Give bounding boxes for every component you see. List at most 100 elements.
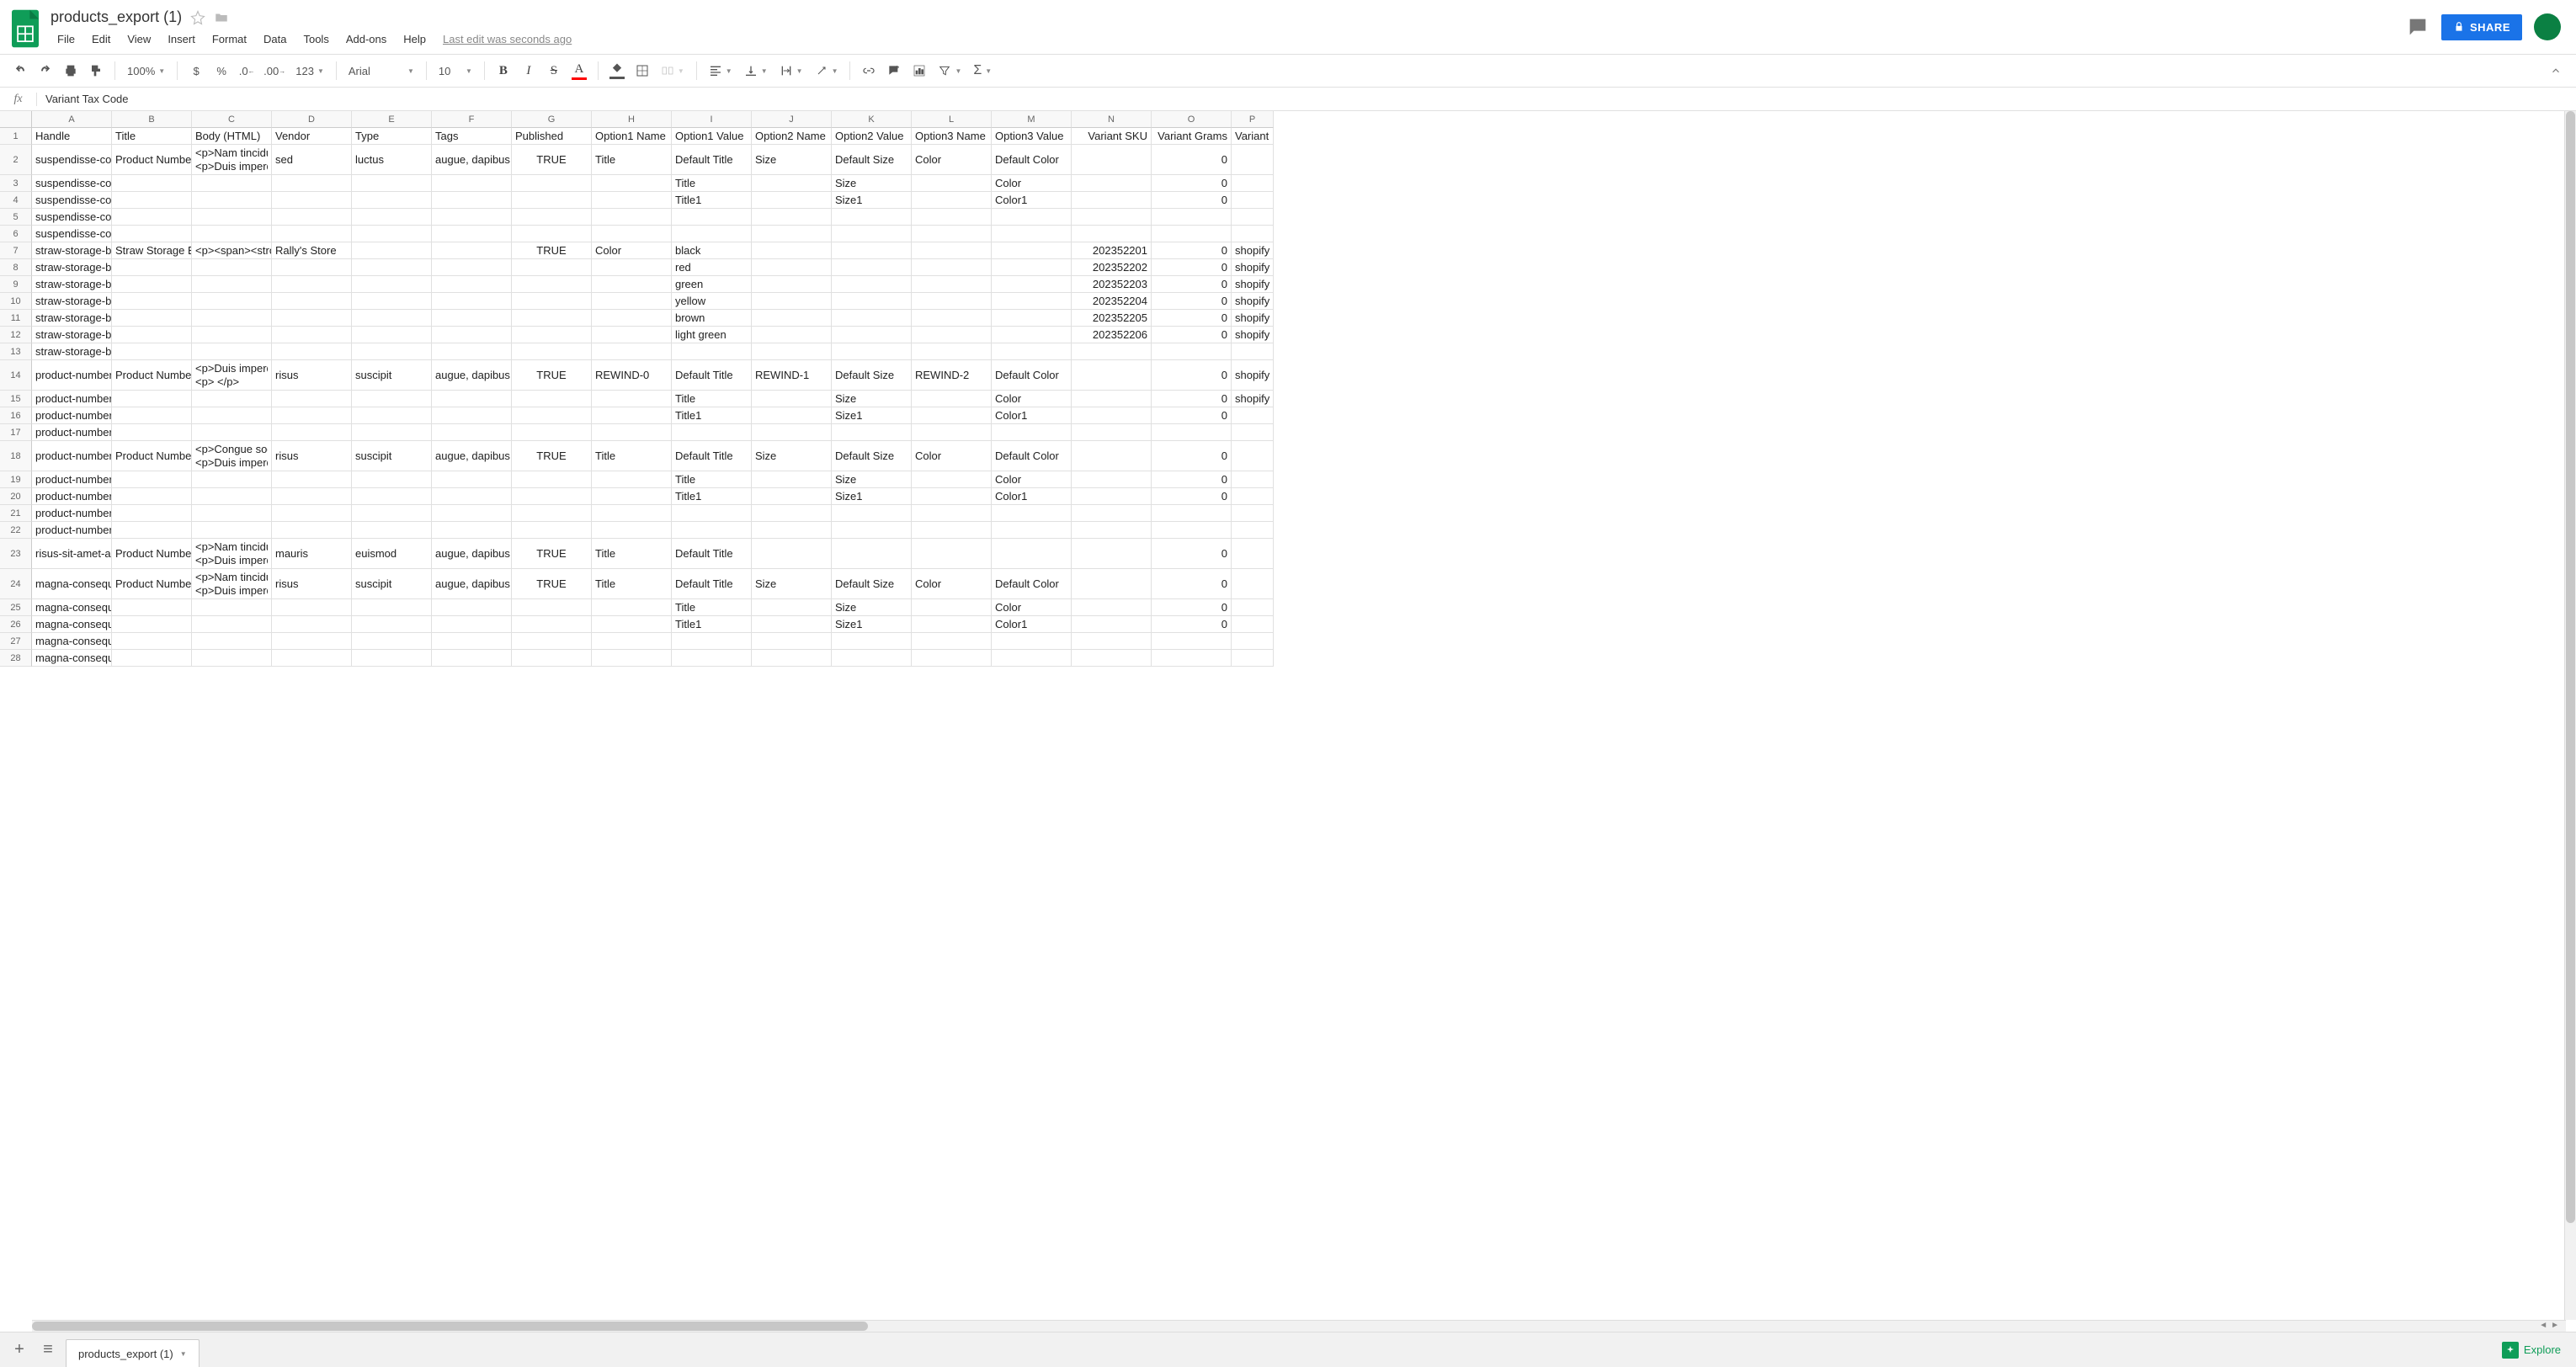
cell[interactable]: product-number-ten [32, 522, 112, 539]
cell[interactable] [752, 209, 832, 226]
cell[interactable] [112, 192, 192, 209]
column-header[interactable]: L [912, 111, 992, 128]
cell[interactable] [1072, 145, 1152, 175]
cell[interactable]: shopify [1232, 360, 1274, 391]
cell[interactable] [112, 209, 192, 226]
cell[interactable] [272, 471, 352, 488]
cell[interactable]: risus [272, 360, 352, 391]
cell[interactable] [832, 539, 912, 569]
cell[interactable]: Title [672, 391, 752, 407]
cell[interactable] [1152, 505, 1232, 522]
cell[interactable] [752, 226, 832, 242]
cell[interactable]: Product Number [112, 569, 192, 599]
cell[interactable] [992, 259, 1072, 276]
row-header[interactable]: 26 [0, 616, 32, 633]
cell[interactable]: product-number-ten [32, 505, 112, 522]
cell[interactable]: Vendor [272, 128, 352, 145]
cell[interactable] [1072, 539, 1152, 569]
cell[interactable] [192, 505, 272, 522]
sheet-nav-arrows[interactable]: ◄► [2539, 1321, 2559, 1330]
cell[interactable] [112, 471, 192, 488]
cell[interactable] [752, 343, 832, 360]
cell[interactable]: TRUE [512, 145, 592, 175]
cell[interactable]: Size [752, 441, 832, 471]
cell[interactable] [752, 424, 832, 441]
cell[interactable] [112, 276, 192, 293]
cell[interactable] [192, 633, 272, 650]
cell[interactable] [912, 539, 992, 569]
cell[interactable]: <p>Duis imperdi<p> </p> [192, 360, 272, 391]
cell[interactable] [992, 633, 1072, 650]
cell[interactable] [192, 192, 272, 209]
column-header[interactable]: N [1072, 111, 1152, 128]
cell[interactable] [992, 209, 1072, 226]
cell[interactable]: 0 [1152, 293, 1232, 310]
cell[interactable] [752, 192, 832, 209]
cell[interactable] [752, 616, 832, 633]
cell[interactable]: 0 [1152, 145, 1232, 175]
cell[interactable] [1072, 616, 1152, 633]
cell[interactable]: Product Number [112, 145, 192, 175]
row-header[interactable]: 24 [0, 569, 32, 599]
cell[interactable]: <p>Nam tincidun<p>Duis imperdi [192, 569, 272, 599]
cell[interactable] [112, 343, 192, 360]
cell[interactable] [592, 505, 672, 522]
cell[interactable] [832, 242, 912, 259]
cell[interactable] [352, 599, 432, 616]
row-header[interactable]: 20 [0, 488, 32, 505]
cell[interactable] [1152, 633, 1232, 650]
merge-cells-button[interactable]: ▼ [656, 59, 689, 82]
column-header[interactable]: K [832, 111, 912, 128]
cell[interactable]: Product Number [112, 441, 192, 471]
cell[interactable]: Straw Storage B [112, 242, 192, 259]
cell[interactable] [1072, 175, 1152, 192]
cell[interactable] [432, 522, 512, 539]
cell[interactable]: shopify [1232, 391, 1274, 407]
cell[interactable]: 0 [1152, 391, 1232, 407]
cell[interactable] [1232, 145, 1274, 175]
horizontal-align-button[interactable]: ▼ [704, 59, 737, 82]
cell[interactable]: augue, dapibus, [432, 539, 512, 569]
cell[interactable] [512, 226, 592, 242]
menu-data[interactable]: Data [257, 29, 293, 49]
cell[interactable] [752, 293, 832, 310]
cell[interactable]: Variant SKU [1072, 128, 1152, 145]
cell[interactable] [512, 522, 592, 539]
cell[interactable] [512, 293, 592, 310]
row-header[interactable]: 23 [0, 539, 32, 569]
menu-addons[interactable]: Add-ons [339, 29, 393, 49]
cell[interactable]: 0 [1152, 569, 1232, 599]
cell[interactable]: 202352205 [1072, 310, 1152, 327]
star-icon[interactable] [190, 10, 205, 25]
cell[interactable] [752, 650, 832, 667]
menu-tools[interactable]: Tools [296, 29, 335, 49]
cell[interactable] [592, 293, 672, 310]
cell[interactable] [912, 471, 992, 488]
cell[interactable] [112, 522, 192, 539]
cell[interactable]: Default Title [672, 360, 752, 391]
cell[interactable] [1072, 522, 1152, 539]
cell[interactable] [1232, 192, 1274, 209]
row-header[interactable]: 25 [0, 599, 32, 616]
cell[interactable] [912, 310, 992, 327]
cell[interactable] [912, 424, 992, 441]
cell[interactable]: risus [272, 441, 352, 471]
cell[interactable] [1072, 471, 1152, 488]
cell[interactable] [192, 599, 272, 616]
cell[interactable] [1072, 360, 1152, 391]
cell[interactable] [592, 343, 672, 360]
format-percent-button[interactable]: % [210, 59, 233, 82]
cell[interactable] [912, 522, 992, 539]
cell[interactable]: magna-consequa [32, 569, 112, 599]
text-wrap-button[interactable]: ▼ [774, 59, 808, 82]
cell[interactable]: straw-storage-basket-flower-pot [32, 293, 112, 310]
strikethrough-button[interactable]: S [542, 59, 566, 82]
cell[interactable] [352, 343, 432, 360]
menu-view[interactable]: View [120, 29, 157, 49]
cell[interactable] [352, 276, 432, 293]
row-header[interactable]: 10 [0, 293, 32, 310]
functions-button[interactable]: Σ▼ [968, 59, 997, 82]
cell[interactable] [752, 471, 832, 488]
formula-input[interactable]: Variant Tax Code [37, 93, 2576, 105]
cell[interactable]: Size [752, 145, 832, 175]
